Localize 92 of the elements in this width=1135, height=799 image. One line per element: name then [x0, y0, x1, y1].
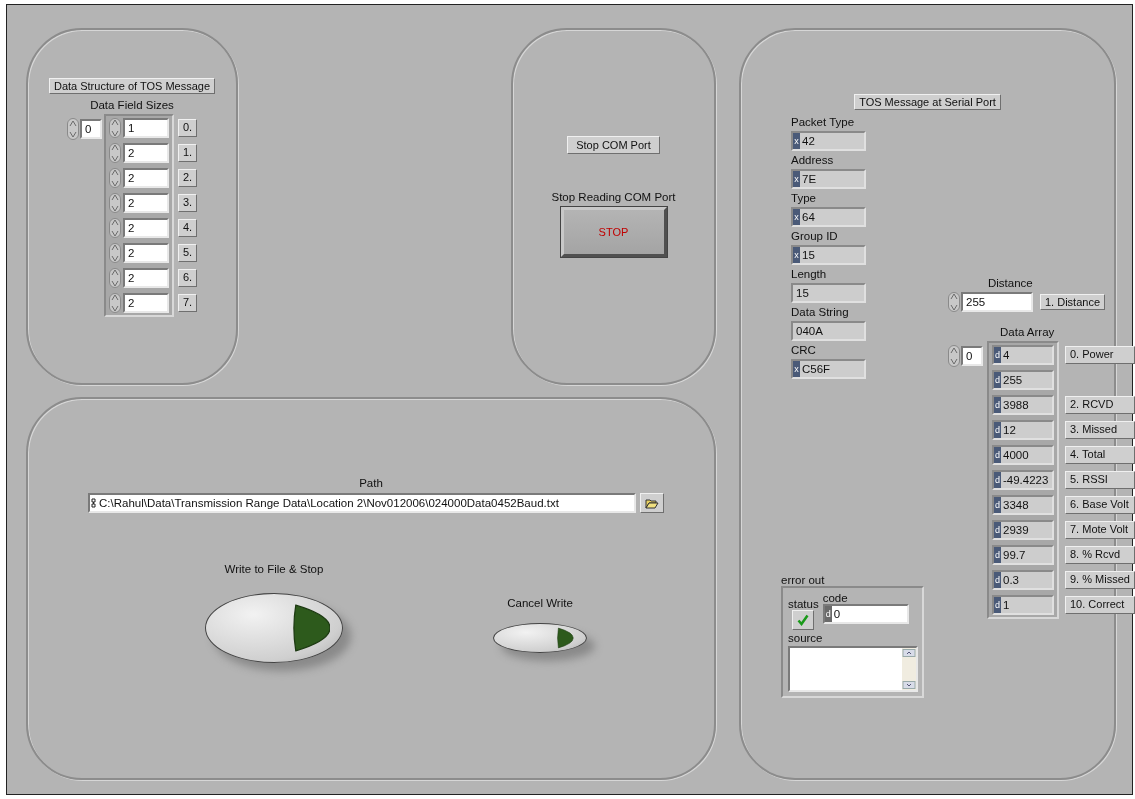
numeric-field[interactable]: 2 — [122, 268, 169, 288]
element-label: 6. Base Volt — [1065, 496, 1135, 514]
indicator-label: Length — [791, 268, 827, 280]
spinner-icon[interactable] — [948, 345, 960, 367]
element-label: 2. RCVD — [1065, 396, 1135, 414]
spinner-icon[interactable] — [108, 243, 121, 263]
numeric-field[interactable]: 2 — [122, 193, 169, 213]
element-label: 0. Power — [1065, 346, 1135, 364]
element-label: 3. — [177, 194, 198, 212]
element-label: 4. Total — [1065, 446, 1135, 464]
distance-field[interactable]: 255 — [961, 292, 1033, 312]
spinner-icon[interactable] — [108, 143, 121, 163]
indicator-field: d 3988 — [992, 395, 1054, 415]
indicator-label: Packet Type — [791, 116, 855, 128]
indicator-field: d 2939 — [992, 520, 1054, 540]
indicator-field: d 99.7 — [992, 545, 1054, 565]
element-label: 1. — [177, 144, 198, 162]
indicator-field: d 255 — [992, 370, 1054, 390]
indicator-field: d 12 — [992, 420, 1054, 440]
indicator-field: d 3348 — [992, 495, 1054, 515]
element-label: 6. — [177, 269, 198, 287]
indicator-field: x C56F — [791, 359, 866, 379]
spinner-icon[interactable] — [108, 118, 121, 138]
numeric-field[interactable]: 2 — [122, 168, 169, 188]
browse-button[interactable] — [640, 493, 664, 513]
element-label: 8. % Rcvd — [1065, 546, 1135, 564]
element-label: 2. — [177, 169, 198, 187]
numeric-field[interactable]: 2 — [122, 143, 169, 163]
status-label: status — [788, 598, 819, 610]
stop-com-port-label: Stop COM Port — [567, 136, 660, 154]
element-label: 10. Correct — [1065, 596, 1135, 614]
indicator-field: x 15 — [791, 245, 866, 265]
element-label: 4. — [177, 219, 198, 237]
scroll-up-icon[interactable] — [902, 649, 916, 657]
element-label: 3. Missed — [1065, 421, 1135, 439]
spinner-icon[interactable] — [108, 293, 121, 313]
panel-title: TOS Message at Serial Port — [854, 94, 1001, 110]
spinner-icon[interactable] — [108, 268, 121, 288]
array-label: Data Array — [1000, 326, 1055, 338]
cancel-write-button[interactable] — [493, 623, 587, 653]
arrow-icon — [292, 601, 330, 655]
scrollbar[interactable] — [902, 648, 916, 690]
spinner-icon[interactable] — [108, 218, 121, 238]
indicator-label: CRC — [791, 344, 816, 356]
element-label: 7. Mote Volt — [1065, 521, 1135, 539]
source-label: source — [788, 632, 824, 644]
indicator-label: Type — [791, 192, 816, 204]
checkmark-icon — [797, 614, 810, 626]
spinner-icon[interactable] — [108, 168, 121, 188]
element-label: 1. Distance — [1040, 294, 1106, 310]
element-label: 9. % Missed — [1065, 571, 1135, 589]
panel-title: Data Structure of TOS Message — [48, 78, 216, 94]
code-field: d 0 — [822, 604, 909, 624]
indicator-label: Group ID — [791, 230, 838, 242]
array-index-field[interactable]: 0 — [961, 346, 983, 366]
indicator-field: x 7E — [791, 169, 866, 189]
spinner-icon[interactable] — [66, 118, 79, 140]
indicator-field: d 0.3 — [992, 570, 1054, 590]
numeric-field[interactable]: 2 — [122, 218, 169, 238]
element-label: 7. — [177, 294, 198, 312]
write-button-label: Write to File & Stop — [224, 563, 324, 575]
indicator-field: 040A — [791, 321, 866, 341]
indicator-field: d 1 — [992, 595, 1054, 615]
indicator-field: x 64 — [791, 207, 866, 227]
indicator-field: d 4000 — [992, 445, 1054, 465]
element-label: 0. — [177, 119, 198, 137]
stop-button-label: Stop Reading COM Port — [551, 191, 676, 203]
spinner-icon[interactable] — [948, 292, 960, 312]
indicator-field: 15 — [791, 283, 866, 303]
path-field[interactable]: C:\Rahul\Data\Transmission Range Data\Location 2\Nov012006\024000Data0452Baud.txt — [88, 493, 636, 513]
arrow-icon — [554, 627, 576, 649]
path-icon — [91, 498, 97, 508]
folder-icon — [645, 497, 659, 509]
indicator-field: d 4 — [992, 345, 1054, 365]
indicator-label: Address — [791, 154, 834, 166]
cancel-button-label: Cancel Write — [507, 597, 573, 609]
element-label: 5. RSSI — [1065, 471, 1135, 489]
array-label: Data Field Sizes — [90, 99, 174, 111]
array-index-field[interactable]: 0 — [79, 119, 102, 139]
cluster-label: error out — [781, 574, 825, 586]
scroll-down-icon[interactable] — [902, 681, 916, 689]
distance-label: Distance — [988, 277, 1033, 289]
numeric-field[interactable]: 2 — [122, 293, 169, 313]
indicator-label: Data String — [791, 306, 849, 318]
code-label: code — [822, 592, 848, 604]
spinner-icon[interactable] — [108, 193, 121, 213]
numeric-field[interactable]: 1 — [122, 118, 169, 138]
path-label: Path — [359, 477, 383, 489]
indicator-field: d -49.4223 — [992, 470, 1054, 490]
element-label: 5. — [177, 244, 198, 262]
indicator-field: x 42 — [791, 131, 866, 151]
numeric-field[interactable]: 2 — [122, 243, 169, 263]
